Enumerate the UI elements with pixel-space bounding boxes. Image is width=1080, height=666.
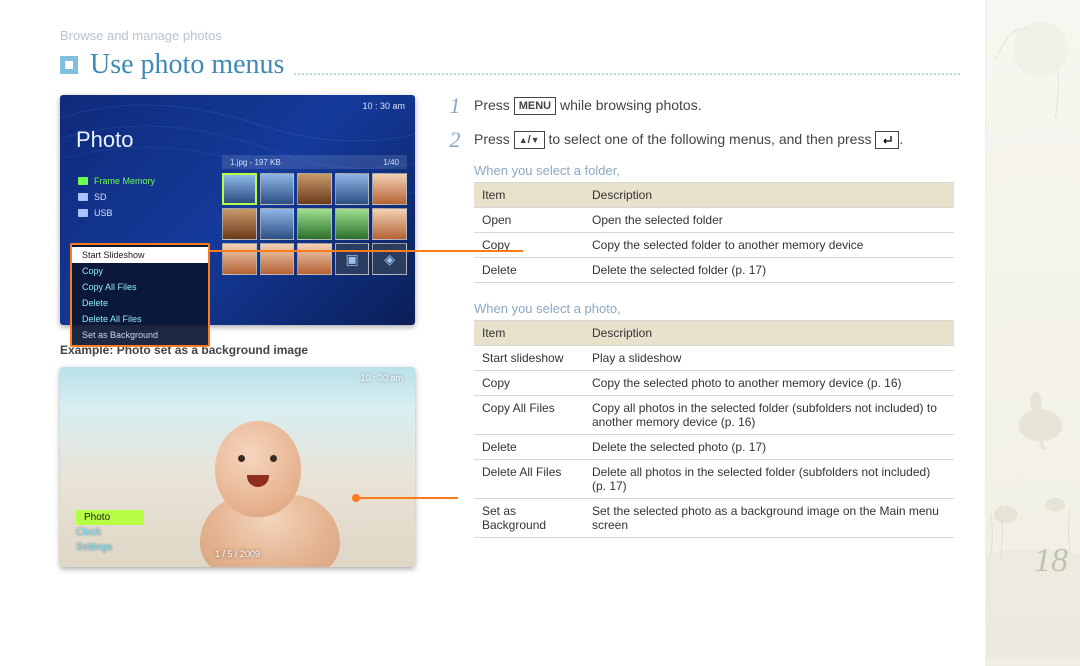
table-row: Open Open the selected folder [474, 208, 954, 233]
callout-line-2 [358, 497, 458, 499]
device-source-list: Frame Memory SD USB [78, 173, 208, 221]
ctx-copy-all: Copy All Files [72, 279, 208, 295]
section-icon [60, 56, 78, 74]
device2-clock: 10 : 30 am [360, 373, 403, 383]
ctx-set-bg: Set as Background [72, 327, 208, 343]
table-row: Set as BackgroundSet the selected photo … [474, 499, 954, 538]
ctx-start-slideshow: Start Slideshow [72, 247, 208, 263]
device-thumbnail-grid: ▣ ◈ [222, 173, 407, 317]
device-context-menu: Start Slideshow Copy Copy All Files Dele… [70, 243, 210, 347]
table-row: Delete Delete the selected folder (p. 17… [474, 258, 954, 283]
folder-sub-caption: When you select a folder, [474, 163, 960, 178]
table-row: Copy Copy the selected folder to another… [474, 233, 954, 258]
ctx-copy: Copy [72, 263, 208, 279]
step-1: 1 Press MENU while browsing photos. [446, 95, 960, 117]
table-row: CopyCopy the selected photo to another m… [474, 371, 954, 396]
device-file-name: 1.jpg - 197 KB [230, 158, 281, 167]
step-number-2: 2 [446, 129, 464, 151]
device-screenshot-background-example: 10 : 30 am Photo Clock Settings 1 / 5 / … [60, 367, 415, 567]
device-screen-title: Photo [76, 127, 134, 153]
table-row: Copy All FilesCopy all photos in the sel… [474, 396, 954, 435]
folder-table-header-item: Item [474, 183, 584, 208]
device-page-counter: 1/40 [383, 158, 399, 167]
photo-table-header-item: Item [474, 321, 584, 346]
enter-key-icon [875, 131, 899, 149]
step2-text-c: . [899, 131, 903, 147]
section-label: Browse and manage photos [60, 28, 960, 43]
folder-table-header-desc: Description [584, 183, 954, 208]
up-down-key-icon: ▲/▼ [514, 131, 545, 149]
device2-menu-photo: Photo [76, 510, 144, 525]
ctx-delete: Delete [72, 295, 208, 311]
table-row: Start slideshowPlay a slideshow [474, 346, 954, 371]
photo-options-table: Item Description Start slideshowPlay a s… [474, 320, 954, 538]
page-side-art: 18 [985, 0, 1080, 666]
page-title: Use photo menus [90, 49, 284, 81]
step2-text-a: Press [474, 131, 514, 147]
device-source-usb: USB [78, 205, 208, 221]
step-2: 2 Press ▲/▼ to select one of the followi… [446, 129, 960, 151]
device2-main-menu: Photo Clock Settings [76, 510, 144, 555]
folder-options-table: Item Description Open Open the selected … [474, 182, 954, 283]
page-number: 18 [1034, 542, 1068, 580]
device-source-frame-memory: Frame Memory [78, 173, 208, 189]
step2-text-b: to select one of the following menus, an… [545, 131, 876, 147]
device-clock: 10 : 30 am [362, 101, 405, 111]
step1-text-b: while browsing photos. [556, 97, 702, 113]
ctx-delete-all: Delete All Files [72, 311, 208, 327]
step-number-1: 1 [446, 95, 464, 117]
title-dotted-rule [294, 73, 960, 75]
title-row: Use photo menus [60, 49, 960, 81]
photo-table-header-desc: Description [584, 321, 954, 346]
menu-key-icon: MENU [514, 97, 556, 115]
device-file-info-bar: 1.jpg - 197 KB 1/40 [222, 155, 407, 169]
device2-menu-clock: Clock [76, 525, 144, 540]
device-source-sd: SD [78, 189, 208, 205]
callout-line-1 [210, 250, 523, 252]
photo-sub-caption: When you select a photo, [474, 301, 960, 316]
device2-pager: 1 / 5 / 2009 [215, 549, 260, 559]
device2-menu-settings: Settings [76, 540, 144, 555]
table-row: Delete All FilesDelete all photos in the… [474, 460, 954, 499]
step1-text-a: Press [474, 97, 514, 113]
table-row: DeleteDelete the selected photo (p. 17) [474, 435, 954, 460]
